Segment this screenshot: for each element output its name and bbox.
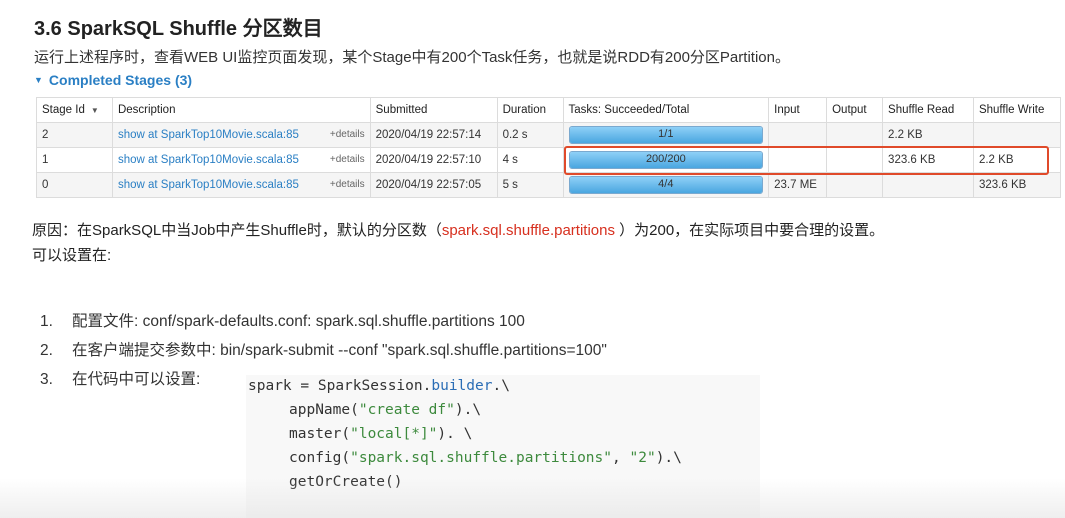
cell-shuffle-write: 2.2 KB <box>972 147 1062 173</box>
section-title: 3.6 SparkSQL Shuffle 分区数目 <box>34 18 323 40</box>
col-header-submitted[interactable]: Submitted <box>369 97 498 123</box>
table-header-row: Stage Id ▼ Description Submitted Duration… <box>36 97 1062 123</box>
code-line: master("local[*]"). \ <box>289 426 473 442</box>
code-line: spark = SparkSession.builder.\ <box>248 378 510 394</box>
completed-stages-table: Stage Id ▼ Description Submitted Duration… <box>36 97 1062 198</box>
tasks-progress-bar: 4/4 <box>568 176 764 194</box>
cell-submitted: 2020/04/19 22:57:10 <box>369 147 498 173</box>
col-header-shuffle-write[interactable]: Shuffle Write <box>972 97 1062 123</box>
config-key-highlight: spark.sql.shuffle.partitions <box>441 222 615 239</box>
cell-shuffle-read: 323.6 KB <box>882 147 974 173</box>
stage-description-link[interactable]: show at SparkTop10Movie.scala:85 <box>118 129 299 141</box>
cell-shuffle-read: 2.2 KB <box>882 122 974 148</box>
col-header-duration[interactable]: Duration <box>496 97 564 123</box>
tasks-progress-bar: 200/200 <box>568 151 764 169</box>
col-header-stage-id[interactable]: Stage Id ▼ <box>36 97 113 123</box>
col-header-output[interactable]: Output <box>826 97 884 123</box>
details-link[interactable]: +details <box>330 129 365 140</box>
cell-tasks: 200/200 <box>562 147 770 173</box>
cell-tasks: 4/4 <box>562 172 770 198</box>
cell-description: show at SparkTop10Movie.scala:85 +details <box>111 172 371 198</box>
cell-stage-id: 2 <box>36 122 113 148</box>
code-line: getOrCreate() <box>289 474 403 490</box>
cell-stage-id: 1 <box>36 147 113 173</box>
completed-stages-label: Completed Stages (3) <box>48 72 193 88</box>
cell-input <box>768 147 828 173</box>
cell-input: 23.7 ME <box>768 172 828 198</box>
table-row: 0 show at SparkTop10Movie.scala:85 +detai… <box>36 172 1062 198</box>
completed-stages-toggle[interactable]: ▼ Completed Stages (3) <box>34 72 192 88</box>
list-item: 2. 在客户端提交参数中: bin/spark-submit --conf "sp… <box>40 342 607 359</box>
tasks-progress-bar: 1/1 <box>568 126 764 144</box>
cell-duration: 4 s <box>496 147 564 173</box>
reason-suffix: ）为200，在实际项目中要合理的设置。 <box>614 222 885 239</box>
details-link[interactable]: +details <box>330 154 365 165</box>
cell-duration: 5 s <box>496 172 564 198</box>
cell-output <box>826 122 884 148</box>
table-row: 1 show at SparkTop10Movie.scala:85 +detai… <box>36 147 1062 173</box>
cell-description: show at SparkTop10Movie.scala:85 +details <box>111 147 371 173</box>
sort-desc-icon: ▼ <box>90 106 99 115</box>
cell-output <box>826 172 884 198</box>
col-header-shuffle-read[interactable]: Shuffle Read <box>882 97 974 123</box>
code-block: spark = SparkSession.builder.\ appName("… <box>246 375 760 518</box>
cell-shuffle-write: 323.6 KB <box>972 172 1062 198</box>
col-header-input[interactable]: Input <box>768 97 828 123</box>
stage-description-link[interactable]: show at SparkTop10Movie.scala:85 <box>118 179 299 191</box>
cell-description: show at SparkTop10Movie.scala:85 +details <box>111 122 371 148</box>
cell-tasks: 1/1 <box>562 122 770 148</box>
cell-submitted: 2020/04/19 22:57:05 <box>369 172 498 198</box>
list-item: 1. 配置文件: conf/spark-defaults.conf: spark.… <box>40 313 525 330</box>
reason-paragraph: 原因：在SparkSQL中当Job中产生Shuffle时，默认的分区数（spar… <box>32 218 884 268</box>
stage-description-link[interactable]: show at SparkTop10Movie.scala:85 <box>118 154 299 166</box>
cell-shuffle-read <box>882 172 974 198</box>
collapse-triangle-icon: ▼ <box>34 75 43 85</box>
reason-line2: 可以设置在: <box>32 247 112 264</box>
cell-duration: 0.2 s <box>496 122 564 148</box>
details-link[interactable]: +details <box>330 179 365 190</box>
cell-shuffle-write <box>972 122 1062 148</box>
cell-output <box>826 147 884 173</box>
cell-stage-id: 0 <box>36 172 113 198</box>
table-row: 2 show at SparkTop10Movie.scala:85 +detai… <box>36 122 1062 148</box>
col-header-tasks[interactable]: Tasks: Succeeded/Total <box>562 97 770 123</box>
code-line: config("spark.sql.shuffle.partitions", "… <box>289 450 682 466</box>
reason-prefix: 原因：在SparkSQL中当Job中产生Shuffle时，默认的分区数（ <box>32 222 442 239</box>
cell-input <box>768 122 828 148</box>
cell-submitted: 2020/04/19 22:57:14 <box>369 122 498 148</box>
col-header-description[interactable]: Description <box>111 97 371 123</box>
code-line: appName("create df").\ <box>289 402 482 418</box>
intro-text: 运行上述程序时，查看WEB UI监控页面发现，某个Stage中有200个Task… <box>34 49 790 66</box>
